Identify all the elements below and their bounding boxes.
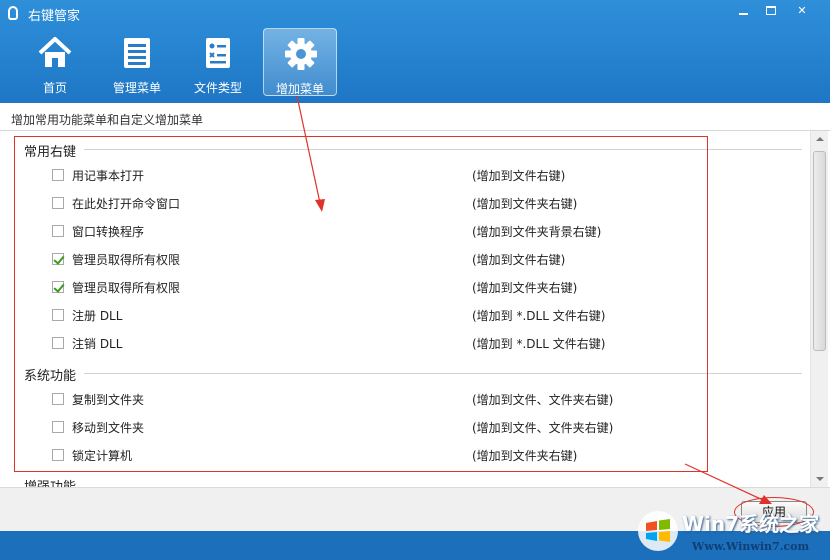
- option-label: 管理员取得所有权限: [72, 281, 181, 295]
- section-divider: [84, 149, 802, 150]
- maximize-icon: [766, 6, 776, 15]
- option-note: (增加到文件夹背景右键): [472, 225, 602, 239]
- document-icon: [206, 38, 230, 68]
- option-label: 复制到文件夹: [72, 393, 145, 407]
- option-checkbox[interactable]: [52, 225, 64, 237]
- option-row[interactable]: 注册 DLL (增加到 *.DLL 文件右键): [0, 306, 800, 326]
- toolbar-add-menu-label: 增加菜单: [275, 82, 324, 96]
- option-checkbox[interactable]: [52, 449, 64, 461]
- option-note: (增加到文件、文件夹右键): [472, 421, 614, 435]
- app-window: 右键管家 ✕ 首页 管理菜单 文件类型 增加菜单 增加常用功能菜单和自定义增加菜…: [0, 0, 830, 560]
- option-row[interactable]: 复制到文件夹 (增加到文件、文件夹右键): [0, 390, 800, 410]
- minimize-icon: [739, 13, 748, 15]
- description-bar: 增加常用功能菜单和自定义增加菜单: [0, 103, 830, 131]
- option-note: (增加到文件、文件夹右键): [472, 393, 614, 407]
- option-label: 在此处打开命令窗口: [72, 197, 181, 211]
- option-row[interactable]: 用记事本打开 (增加到文件右键): [0, 166, 800, 186]
- option-row[interactable]: 锁定计算机 (增加到文件夹右键): [0, 446, 800, 466]
- minimize-button[interactable]: [735, 4, 753, 18]
- option-row[interactable]: 在此处打开命令窗口 (增加到文件夹右键): [0, 194, 800, 214]
- mouse-app-icon: [8, 6, 18, 20]
- option-note: (增加到文件右键): [472, 253, 566, 267]
- option-label: 管理员取得所有权限: [72, 253, 181, 267]
- watermark-site: Www.Winwin7.com: [692, 540, 810, 553]
- description-text: 增加常用功能菜单和自定义增加菜单: [11, 113, 204, 127]
- option-note: (增加到 *.DLL 文件右键): [472, 337, 606, 351]
- option-label: 窗口转换程序: [72, 225, 145, 239]
- options-panel: 常用右键 用记事本打开 (增加到文件右键) 在此处打开命令窗口 (增加到文件夹右…: [0, 131, 830, 487]
- maximize-button[interactable]: [762, 4, 780, 18]
- windows-logo-icon: [638, 511, 678, 551]
- toolbar-manage-menu[interactable]: 管理菜单: [100, 28, 174, 96]
- option-row[interactable]: 窗口转换程序 (增加到文件夹背景右键): [0, 222, 800, 242]
- option-note: (增加到 *.DLL 文件右键): [472, 309, 606, 323]
- section-divider: [84, 373, 802, 374]
- option-label: 用记事本打开: [72, 169, 145, 183]
- close-button[interactable]: ✕: [793, 4, 811, 18]
- option-label: 注销 DLL: [72, 337, 123, 351]
- title-bar[interactable]: 右键管家 ✕: [0, 0, 830, 26]
- section-title-common: 常用右键: [24, 145, 77, 160]
- toolbar-add-menu[interactable]: 增加菜单: [263, 28, 337, 96]
- window-title: 右键管家: [28, 9, 81, 24]
- option-note: (增加到文件右键): [472, 169, 566, 183]
- option-checkbox[interactable]: [52, 169, 64, 181]
- option-note: (增加到文件夹右键): [472, 449, 578, 463]
- option-checkbox[interactable]: [52, 393, 64, 405]
- option-checkbox[interactable]: [52, 421, 64, 433]
- scroll-up-arrow-icon[interactable]: [811, 131, 829, 147]
- home-icon: [38, 37, 72, 67]
- toolbar-manage-menu-label: 管理菜单: [112, 81, 161, 95]
- option-label: 注册 DLL: [72, 309, 123, 323]
- option-checkbox[interactable]: [52, 337, 64, 349]
- option-checkbox-checked[interactable]: [52, 253, 64, 265]
- option-row[interactable]: 管理员取得所有权限 (增加到文件夹右键): [0, 278, 800, 298]
- section-title-system: 系统功能: [24, 369, 77, 384]
- option-checkbox[interactable]: [52, 197, 64, 209]
- toolbar-file-type[interactable]: 文件类型: [181, 28, 255, 96]
- option-row[interactable]: 移动到文件夹 (增加到文件、文件夹右键): [0, 418, 800, 438]
- header: 右键管家 ✕ 首页 管理菜单 文件类型 增加菜单: [0, 0, 830, 103]
- option-checkbox[interactable]: [52, 309, 64, 321]
- toolbar-home-label: 首页: [42, 81, 67, 95]
- option-note: (增加到文件夹右键): [472, 197, 578, 211]
- watermark: Win7系统之家 Www.Winwin7.com: [636, 505, 828, 558]
- option-label: 锁定计算机: [72, 449, 133, 463]
- option-label: 移动到文件夹: [72, 421, 145, 435]
- option-row[interactable]: 注销 DLL (增加到 *.DLL 文件右键): [0, 334, 800, 354]
- watermark-brand: Win7系统之家: [682, 512, 820, 536]
- option-row[interactable]: 管理员取得所有权限 (增加到文件右键): [0, 250, 800, 270]
- toolbar-home[interactable]: 首页: [18, 28, 92, 96]
- option-checkbox-checked[interactable]: [52, 281, 64, 293]
- gear-icon: [285, 38, 317, 70]
- vertical-scrollbar[interactable]: [810, 131, 828, 487]
- close-icon: ✕: [797, 4, 807, 17]
- list-icon: [124, 38, 150, 68]
- option-note: (增加到文件夹右键): [472, 281, 578, 295]
- scroll-thumb[interactable]: [813, 151, 826, 351]
- toolbar-file-type-label: 文件类型: [193, 81, 242, 95]
- section-title-enhanced: 增强功能: [24, 476, 76, 487]
- scroll-down-arrow-icon[interactable]: [811, 471, 829, 487]
